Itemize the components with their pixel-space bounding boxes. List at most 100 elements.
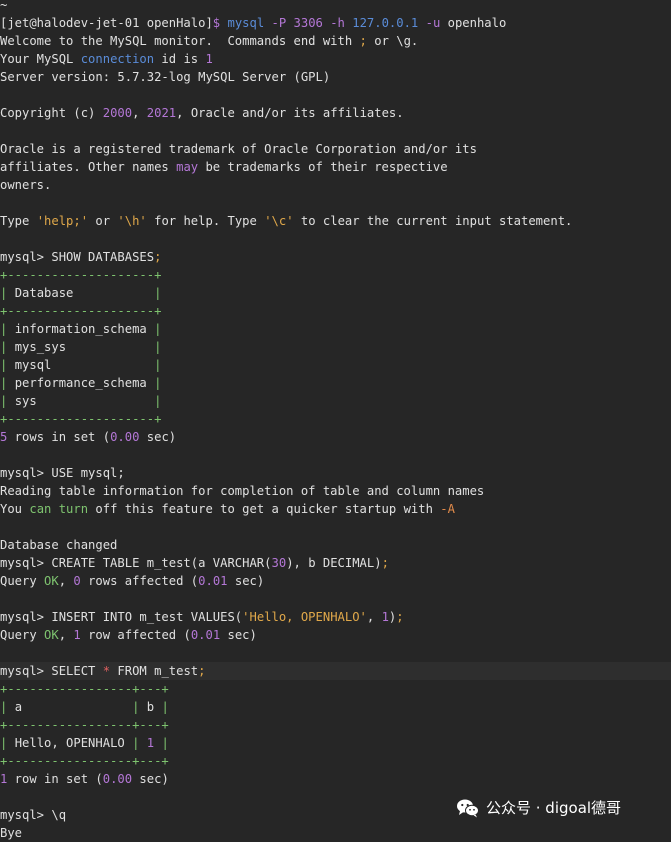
terminal-text: +-----------------+---+ bbox=[0, 718, 169, 732]
terminal-text: +-----------------+---+ bbox=[0, 682, 169, 696]
terminal-text: | bbox=[0, 358, 15, 372]
terminal-text: [jet@halodev-jet-01 openHalo] bbox=[0, 16, 213, 30]
terminal-text: 30 bbox=[271, 556, 287, 570]
terminal-line: Oracle is a registered trademark of Orac… bbox=[0, 140, 671, 158]
terminal-text: 'help;' bbox=[36, 214, 89, 228]
terminal-text: , Oracle and/or its affiliates. bbox=[176, 106, 404, 120]
terminal-line: +--------------------+ bbox=[0, 410, 671, 428]
terminal-text: Bye bbox=[0, 826, 23, 840]
terminal-text: a bbox=[14, 700, 133, 714]
terminal-text: or bbox=[88, 214, 118, 228]
terminal-line: Copyright (c) 2000, 2021, Oracle and/or … bbox=[0, 104, 671, 122]
terminal-text: 1 bbox=[73, 628, 81, 642]
terminal-text: can turn bbox=[29, 502, 89, 516]
terminal-text: ; bbox=[359, 34, 367, 48]
terminal-text: | bbox=[132, 700, 147, 714]
terminal-line: 5 rows in set (0.00 sec) bbox=[0, 428, 671, 446]
terminal-text: be trademarks of their respective bbox=[198, 160, 448, 174]
terminal-text: | bbox=[0, 376, 15, 390]
terminal-text: 0.00 bbox=[102, 772, 133, 786]
terminal-text: +--------------------+ bbox=[0, 304, 162, 318]
terminal-line: +--------------------+ bbox=[0, 266, 671, 284]
terminal-line: Server version: 5.7.32-log MySQL Server … bbox=[0, 68, 671, 86]
terminal-text: | bbox=[0, 700, 15, 714]
terminal-text: connection bbox=[80, 52, 155, 66]
terminal-text: information_schema bbox=[14, 322, 155, 336]
terminal-text: ; bbox=[198, 664, 206, 678]
terminal-text: Reading table information for completion… bbox=[0, 484, 485, 498]
terminal-text: mysql> SELECT bbox=[0, 664, 103, 678]
terminal-text: +-----------------+---+ bbox=[0, 754, 169, 768]
terminal-text: , bbox=[366, 610, 382, 624]
terminal-text: performance_schema bbox=[14, 376, 155, 390]
terminal-text: mysql> INSERT INTO m_test VALUES( bbox=[0, 610, 243, 624]
terminal-text: 'Hello, OPENHALO' bbox=[242, 610, 367, 624]
terminal-text: | bbox=[154, 394, 162, 408]
terminal-text: Hello, OPENHALO bbox=[14, 736, 133, 750]
terminal-text: ; bbox=[381, 556, 389, 570]
terminal-text: Oracle is a registered trademark of Orac… bbox=[0, 142, 477, 156]
terminal-line: [jet@halodev-jet-01 openHalo]$ mysql -P … bbox=[0, 14, 671, 32]
terminal-text: You bbox=[0, 502, 30, 516]
terminal-text: OK bbox=[44, 574, 59, 588]
terminal-text: -A bbox=[440, 502, 455, 516]
terminal-line: ~ bbox=[0, 0, 671, 14]
terminal-line: Bye bbox=[0, 824, 671, 842]
terminal-text: openhalo bbox=[447, 16, 507, 30]
terminal-line: mysql> CREATE TABLE m_test(a VARCHAR(30)… bbox=[0, 554, 671, 572]
terminal-line: +-----------------+---+ bbox=[0, 752, 671, 770]
terminal-text: owners. bbox=[0, 178, 52, 192]
terminal-text: Welcome to the MySQL monitor. Commands e… bbox=[0, 34, 360, 48]
terminal-text: sec) bbox=[220, 628, 257, 642]
terminal-text: rows affected ( bbox=[80, 574, 199, 588]
terminal-text: id is bbox=[154, 52, 206, 66]
terminal-text: Your MySQL bbox=[0, 52, 81, 66]
terminal-text: Database bbox=[14, 286, 155, 300]
terminal-line: Reading table information for completion… bbox=[0, 482, 671, 500]
terminal-line: | sys | bbox=[0, 392, 671, 410]
terminal-text: sec) bbox=[227, 574, 265, 588]
terminal-text: +--------------------+ bbox=[0, 268, 162, 282]
terminal-line: | performance_schema | bbox=[0, 374, 671, 392]
terminal-text: 1 bbox=[205, 52, 213, 66]
terminal-line: Your MySQL connection id is 1 bbox=[0, 50, 671, 68]
terminal-text: off this feature to get a quicker startu… bbox=[88, 502, 441, 516]
terminal-line: Query OK, 1 row affected (0.01 sec) bbox=[0, 626, 671, 644]
terminal-line: +--------------------+ bbox=[0, 302, 671, 320]
terminal-text: mysql bbox=[14, 358, 155, 372]
terminal-text: -u bbox=[425, 16, 448, 30]
terminal-text: 127.0.0.1 bbox=[352, 16, 426, 30]
terminal-text: 2021 bbox=[146, 106, 177, 120]
terminal-line: | mys_sys | bbox=[0, 338, 671, 356]
terminal-text: | bbox=[132, 736, 147, 750]
terminal-text: | bbox=[0, 340, 15, 354]
terminal-text: 0 bbox=[73, 574, 81, 588]
terminal-text: Server version: 5.7.32-log MySQL Server … bbox=[0, 70, 331, 84]
terminal-text: | bbox=[154, 340, 162, 354]
terminal-text: mysql> \q bbox=[0, 808, 67, 822]
terminal-text: Type bbox=[0, 214, 37, 228]
terminal-text: * bbox=[102, 664, 111, 678]
terminal-line: affiliates. Other names may be trademark… bbox=[0, 158, 671, 176]
terminal-text: FROM m_test bbox=[110, 664, 199, 678]
terminal-text: , bbox=[58, 574, 74, 588]
terminal-text: +--------------------+ bbox=[0, 412, 162, 426]
terminal-line: owners. bbox=[0, 176, 671, 194]
terminal-text: 0.01 bbox=[198, 574, 228, 588]
terminal-text: sec) bbox=[132, 772, 169, 786]
terminal-text: for help. Type bbox=[146, 214, 265, 228]
terminal-text: Database changed bbox=[0, 538, 118, 552]
terminal-text: | bbox=[0, 394, 15, 408]
terminal-text: | bbox=[161, 700, 169, 714]
terminal-line: You can turn off this feature to get a q… bbox=[0, 500, 671, 518]
terminal-text: affiliates. Other names bbox=[0, 160, 177, 174]
terminal-line: Type 'help;' or '\h' for help. Type '\c'… bbox=[0, 212, 671, 230]
terminal-text: ; bbox=[154, 250, 162, 264]
terminal-text: OK bbox=[44, 628, 59, 642]
terminal-text: | bbox=[154, 322, 162, 336]
